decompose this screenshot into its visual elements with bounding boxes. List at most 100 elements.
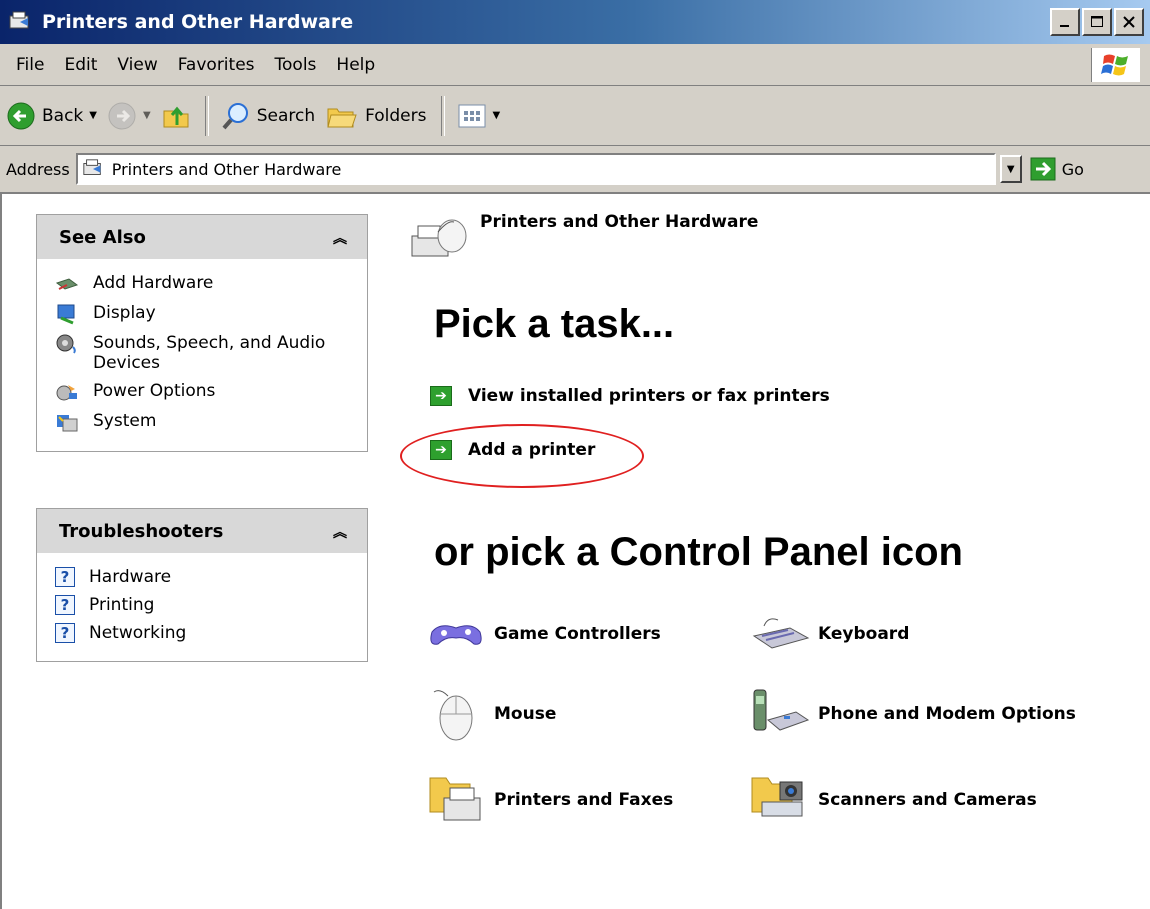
- menu-bar: File Edit View Favorites Tools Help: [0, 44, 1150, 86]
- pick-task-heading: Pick a task...: [434, 302, 675, 346]
- mouse-icon: [433, 690, 473, 741]
- see-also-header[interactable]: See Also ︽: [37, 215, 367, 259]
- printer-fax-icon: [429, 777, 481, 821]
- system-icon: [57, 415, 78, 432]
- see-also-item-add-hardware[interactable]: Add Hardware: [37, 269, 367, 299]
- printer-hardware-icon: [411, 219, 467, 257]
- back-arrow-icon: [7, 102, 35, 129]
- forward-arrow-icon: [108, 102, 136, 129]
- cp-icon-label: Scanners and Cameras: [818, 790, 1037, 810]
- views-icon: [458, 104, 485, 127]
- green-arrow-icon: ➔: [430, 386, 452, 406]
- menu-favorites[interactable]: Favorites: [168, 55, 265, 75]
- menu-edit[interactable]: Edit: [54, 55, 107, 75]
- phone-modem-icon: [753, 689, 810, 731]
- dropdown-arrow-icon[interactable]: ▼: [493, 110, 501, 121]
- menu-view[interactable]: View: [107, 55, 167, 75]
- go-label: Go: [1061, 159, 1084, 179]
- troubleshooter-item-label: Hardware: [89, 567, 172, 587]
- troubleshooter-item-networking[interactable]: ? Networking: [37, 619, 367, 647]
- see-also-item-label: Display: [93, 303, 156, 323]
- up-folder-icon: [163, 106, 189, 127]
- keyboard-icon: [752, 618, 810, 649]
- category-title: Printers and Other Hardware: [480, 212, 759, 232]
- address-input[interactable]: Printers and Other Hardware: [75, 153, 996, 185]
- troubleshooter-item-label: Printing: [89, 595, 155, 615]
- cp-icon-label: Keyboard: [818, 624, 910, 644]
- game-controller-icon: [430, 625, 482, 645]
- pick-icon-heading: or pick a Control Panel icon: [434, 530, 963, 574]
- cp-icon-phone-modem[interactable]: Phone and Modem Options: [750, 686, 1076, 742]
- collapse-chevron-icon[interactable]: ︽: [333, 522, 347, 542]
- address-dropdown-button[interactable]: ▼: [999, 155, 1022, 183]
- add-hardware-icon: [55, 278, 79, 290]
- troubleshooter-item-printing[interactable]: ? Printing: [37, 591, 367, 619]
- address-bar: Address Printers and Other Hardware ▼ Go: [0, 146, 1150, 194]
- toolbar: Back ▼ ▼ Search Folders ▼: [0, 86, 1150, 146]
- menu-tools[interactable]: Tools: [265, 55, 327, 75]
- troubleshooters-pane: Troubleshooters ︽ ? Hardware ? Printing …: [36, 508, 368, 662]
- cp-icon-label: Phone and Modem Options: [818, 704, 1076, 724]
- category-header: Printers and Other Hardware: [408, 212, 759, 264]
- troubleshooter-item-hardware[interactable]: ? Hardware: [37, 563, 367, 591]
- menu-help[interactable]: Help: [326, 55, 385, 75]
- main-content: See Also ︽ Add Hardware Display Sounds, …: [0, 194, 1150, 909]
- title-bar[interactable]: Printers and Other Hardware: [0, 0, 1150, 44]
- help-icon: ?: [55, 567, 75, 587]
- toolbar-separator: [440, 95, 445, 136]
- window-title: Printers and Other Hardware: [42, 11, 354, 33]
- cp-icon-printers-faxes[interactable]: Printers and Faxes: [426, 772, 673, 828]
- see-also-item-label: Power Options: [93, 381, 216, 401]
- printer-hardware-icon: [83, 159, 101, 175]
- see-also-title: See Also: [59, 226, 146, 248]
- search-icon: [222, 102, 248, 129]
- cp-icon-game-controllers[interactable]: Game Controllers: [426, 606, 661, 662]
- cp-icon-mouse[interactable]: Mouse: [426, 686, 556, 742]
- sounds-icon: [56, 334, 76, 354]
- see-also-item-power-options[interactable]: Power Options: [37, 377, 367, 407]
- see-also-item-label: Sounds, Speech, and Audio Devices: [93, 333, 326, 373]
- windows-logo-icon: [1091, 48, 1140, 82]
- dropdown-arrow-icon[interactable]: ▼: [143, 110, 151, 121]
- troubleshooters-title: Troubleshooters: [59, 520, 224, 542]
- search-button[interactable]: Search: [221, 101, 315, 131]
- cp-icon-label: Game Controllers: [494, 624, 661, 644]
- collapse-chevron-icon[interactable]: ︽: [333, 228, 347, 248]
- printer-hardware-icon: [9, 11, 29, 29]
- see-also-item-display[interactable]: Display: [37, 299, 367, 329]
- views-button[interactable]: ▼: [457, 102, 501, 130]
- back-button[interactable]: Back ▼: [6, 101, 97, 131]
- highlight-circle: [400, 424, 644, 488]
- minimize-button[interactable]: [1050, 8, 1080, 36]
- task-view-installed-printers[interactable]: ➔ View installed printers or fax printer…: [430, 386, 830, 406]
- close-button[interactable]: [1114, 8, 1144, 36]
- folders-label: Folders: [365, 105, 427, 126]
- task-label: View installed printers or fax printers: [468, 386, 830, 406]
- cp-icon-label: Mouse: [494, 704, 557, 724]
- folders-button[interactable]: Folders: [325, 101, 427, 131]
- see-also-item-label: Add Hardware: [93, 273, 214, 293]
- dropdown-arrow-icon[interactable]: ▼: [89, 110, 97, 121]
- maximize-button[interactable]: [1082, 8, 1112, 36]
- troubleshooters-header[interactable]: Troubleshooters ︽: [37, 509, 367, 553]
- cp-icon-keyboard[interactable]: Keyboard: [750, 606, 909, 662]
- display-icon: [57, 304, 75, 325]
- cp-icon-label: Printers and Faxes: [494, 790, 674, 810]
- forward-button[interactable]: ▼: [107, 101, 151, 131]
- folders-icon: [327, 108, 357, 127]
- see-also-item-label: System: [93, 411, 157, 431]
- go-arrow-icon: [1030, 157, 1056, 181]
- see-also-item-system[interactable]: System: [37, 407, 367, 437]
- see-also-pane: See Also ︽ Add Hardware Display Sounds, …: [36, 214, 368, 452]
- see-also-item-sounds[interactable]: Sounds, Speech, and Audio Devices: [37, 329, 367, 377]
- menu-file[interactable]: File: [6, 55, 54, 75]
- up-folder-button[interactable]: [161, 101, 191, 131]
- chevron-down-icon: ▼: [1006, 163, 1015, 175]
- address-label: Address: [6, 159, 70, 179]
- go-button[interactable]: Go: [1030, 157, 1084, 181]
- address-value: Printers and Other Hardware: [111, 159, 342, 179]
- help-icon: ?: [55, 595, 75, 615]
- power-options-icon: [56, 385, 77, 401]
- cp-icon-scanners-cameras[interactable]: Scanners and Cameras: [750, 772, 1037, 828]
- close-icon: [1123, 16, 1135, 28]
